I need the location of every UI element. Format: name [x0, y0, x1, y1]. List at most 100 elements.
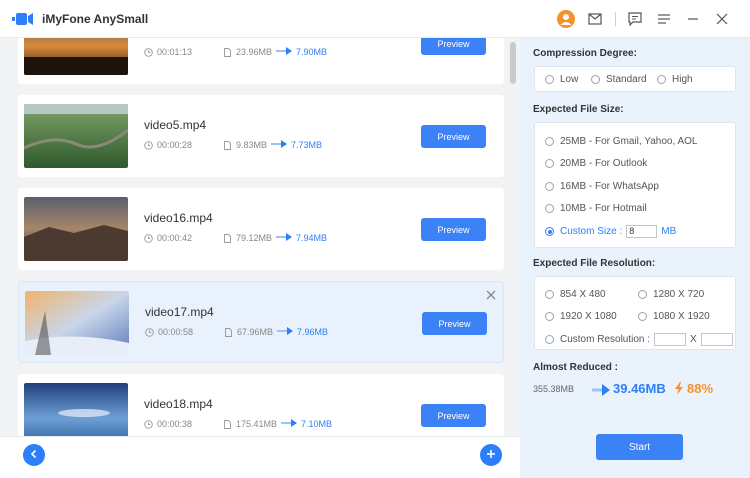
compression-low-radio[interactable]: Low: [545, 74, 578, 85]
minimize-icon[interactable]: [684, 10, 702, 28]
reduced-percent: 88%: [687, 381, 714, 396]
file-icon: [223, 47, 232, 57]
filesize-option-25mb[interactable]: 25MB - For Gmail, Yahoo, AOL: [545, 136, 697, 147]
close-window-icon[interactable]: [713, 10, 731, 28]
reduced-title: Almost Reduced :: [533, 362, 619, 373]
back-button[interactable]: [23, 444, 45, 466]
custom-height-input[interactable]: [700, 333, 733, 346]
arrow-right-icon: [277, 327, 294, 337]
video-thumbnail: [25, 291, 129, 355]
original-size: 79.12MB: [236, 233, 273, 243]
compression-box: Low Standard High: [534, 66, 736, 92]
original-size: 9.83MB: [236, 140, 268, 150]
title-bar: iMyFone AnySmall: [0, 0, 750, 38]
video-duration: 00:00:42: [157, 233, 193, 243]
resolution-1080x1920-radio[interactable]: 1080 X 1920: [638, 311, 710, 322]
filesize-option-16mb[interactable]: 16MB - For WhatsApp: [545, 181, 659, 192]
video-card[interactable]: 00:01:13 23.96MB 7.90MB Preview: [18, 38, 504, 84]
preview-button[interactable]: Preview: [422, 312, 487, 335]
resolution-custom-radio[interactable]: Custom Resolution : X: [545, 333, 737, 346]
resolution-1280x720-radio[interactable]: 1280 X 720: [638, 289, 704, 300]
arrow-right-icon: [271, 140, 288, 150]
compressed-size: 7.96MB: [297, 327, 329, 337]
custom-width-input[interactable]: [654, 333, 687, 346]
bottom-bar: [0, 436, 520, 478]
clock-icon: [144, 140, 153, 150]
video-meta: 00:01:13 23.96MB 7.90MB: [144, 47, 327, 57]
compressed-size: 7.10MB: [301, 419, 333, 429]
video-card[interactable]: video16.mp4 00:00:42 79.12MB 7.94MB Prev…: [18, 188, 504, 270]
original-size: 23.96MB: [236, 47, 273, 57]
video-thumbnail: [24, 104, 128, 168]
video-meta: 00:00:28 9.83MB 7.73MB: [144, 140, 322, 150]
video-list[interactable]: 00:01:13 23.96MB 7.90MB Preview video5.m…: [0, 38, 508, 436]
filesize-box: 25MB - For Gmail, Yahoo, AOL 20MB - For …: [534, 122, 736, 248]
compressed-size: 7.90MB: [296, 47, 328, 57]
video-card[interactable]: video18.mp4 00:00:38 175.41MB 7.10MB Pre…: [18, 374, 504, 436]
clock-icon: [144, 419, 153, 429]
arrow-right-icon: [276, 47, 293, 57]
video-meta: 00:00:38 175.41MB 7.10MB: [144, 419, 332, 429]
clock-icon: [144, 233, 153, 243]
settings-pane: Compression Degree: Low Standard High Ex…: [520, 38, 750, 478]
add-video-button[interactable]: [480, 444, 502, 466]
app-title: iMyFone AnySmall: [42, 12, 149, 26]
video-filename: video5.mp4: [144, 118, 207, 132]
file-icon: [224, 327, 233, 337]
list-scrollbar[interactable]: [510, 42, 516, 432]
titlebar-divider: [615, 12, 616, 26]
preview-button[interactable]: Preview: [421, 404, 486, 427]
app-logo-icon: [12, 11, 34, 27]
video-duration: 00:00:58: [158, 327, 194, 337]
video-duration: 00:01:13: [157, 47, 193, 57]
filesize-title: Expected File Size:: [533, 104, 624, 115]
original-size: 175.41MB: [236, 419, 278, 429]
video-filename: video17.mp4: [145, 305, 214, 319]
video-duration: 00:00:28: [157, 140, 193, 150]
resolution-box: 854 X 480 1280 X 720 1920 X 1080 1080 X …: [534, 276, 736, 350]
resolution-1920x1080-radio[interactable]: 1920 X 1080: [545, 311, 617, 322]
reduced-original-size: 355.38MB: [533, 384, 575, 394]
clock-icon: [144, 47, 153, 57]
resolution-title: Expected File Resolution:: [533, 258, 656, 269]
file-icon: [223, 419, 232, 429]
filesize-option-20mb[interactable]: 20MB - For Outlook: [545, 158, 647, 169]
plus-icon: [486, 446, 496, 464]
preview-button[interactable]: Preview: [421, 125, 486, 148]
custom-size-input[interactable]: 8: [626, 225, 658, 238]
resolution-854x480-radio[interactable]: 854 X 480: [545, 289, 606, 300]
video-thumbnail: [24, 197, 128, 261]
chevron-left-icon: [29, 446, 39, 464]
video-meta: 00:00:58 67.96MB 7.96MB: [145, 327, 328, 337]
compression-standard-radio[interactable]: Standard: [591, 74, 647, 85]
arrow-right-icon: [281, 419, 298, 429]
menu-icon[interactable]: [655, 10, 673, 28]
feedback-icon[interactable]: [626, 10, 644, 28]
arrow-right-icon: [592, 383, 610, 401]
scrollbar-thumb[interactable]: [510, 42, 516, 84]
video-thumbnail: [24, 383, 128, 436]
mail-icon[interactable]: [586, 10, 604, 28]
lightning-icon: [674, 382, 684, 400]
video-thumbnail: [24, 38, 128, 75]
clock-icon: [145, 327, 154, 337]
filesize-option-10mb[interactable]: 10MB - For Hotmail: [545, 203, 647, 214]
account-icon[interactable]: [557, 10, 575, 28]
compression-high-radio[interactable]: High: [657, 74, 693, 85]
video-duration: 00:00:38: [157, 419, 193, 429]
start-button[interactable]: Start: [596, 434, 683, 460]
compression-title: Compression Degree:: [533, 48, 637, 59]
remove-video-icon[interactable]: [485, 288, 497, 300]
filesize-option-custom[interactable]: Custom Size : 8 MB: [545, 225, 676, 238]
file-icon: [223, 233, 232, 243]
video-meta: 00:00:42 79.12MB 7.94MB: [144, 233, 327, 243]
video-filename: video18.mp4: [144, 397, 213, 411]
video-filename: video16.mp4: [144, 211, 213, 225]
preview-button[interactable]: Preview: [421, 218, 486, 241]
compressed-size: 7.73MB: [291, 140, 323, 150]
video-card-selected[interactable]: video17.mp4 00:00:58 67.96MB 7.96MB Prev…: [18, 281, 504, 363]
video-list-pane: 00:01:13 23.96MB 7.90MB Preview video5.m…: [0, 38, 520, 478]
video-card[interactable]: video5.mp4 00:00:28 9.83MB 7.73MB Previe…: [18, 95, 504, 177]
compressed-size: 7.94MB: [296, 233, 328, 243]
preview-button[interactable]: Preview: [421, 38, 486, 55]
